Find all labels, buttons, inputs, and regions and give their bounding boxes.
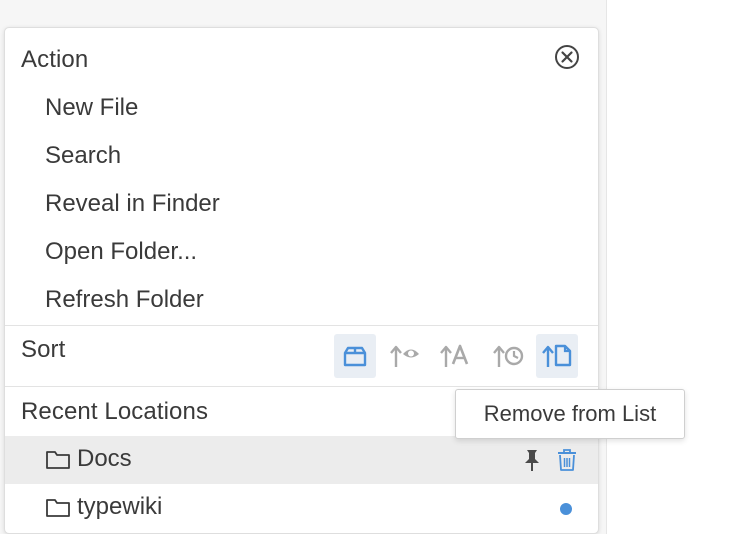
location-name: typewiki	[77, 493, 163, 520]
sort-alphabetical-icon	[440, 344, 469, 367]
app-window: Action New File Search Reveal in Finder …	[0, 0, 754, 534]
sort-by-time-button[interactable]	[487, 334, 529, 378]
sort-by-file-button[interactable]	[536, 334, 578, 378]
divider	[5, 325, 598, 326]
menu-item-search[interactable]: Search	[45, 142, 121, 170]
divider	[5, 386, 598, 387]
pin-icon[interactable]	[522, 448, 542, 477]
sort-by-views-button[interactable]	[384, 334, 426, 378]
recent-location-docs[interactable]: Docs	[5, 436, 598, 484]
menu-item-open-folder[interactable]: Open Folder...	[45, 238, 197, 266]
menu-item-new-file[interactable]: New File	[45, 94, 138, 122]
menu-item-refresh-folder[interactable]: Refresh Folder	[45, 286, 204, 314]
quick-action-panel: Action New File Search Reveal in Finder …	[4, 27, 599, 534]
sort-by-views-icon	[390, 345, 419, 367]
location-name: Docs	[77, 445, 132, 472]
menu-item-reveal-in-finder[interactable]: Reveal in Finder	[45, 190, 220, 218]
sort-by-file-icon	[542, 344, 572, 367]
tooltip: Remove from List	[455, 389, 685, 439]
sort-alphabetical-button[interactable]	[434, 334, 476, 378]
recent-locations-title: Recent Locations	[21, 398, 209, 425]
folder-icon	[45, 448, 71, 475]
dot-indicator-icon	[559, 502, 573, 521]
sort-default-button[interactable]	[334, 334, 376, 378]
trash-icon[interactable]	[556, 448, 578, 477]
recent-location-typewiki[interactable]: typewiki	[5, 484, 598, 532]
action-section-title: Action	[21, 46, 89, 73]
box-icon	[343, 346, 367, 367]
sort-section-title: Sort	[21, 336, 66, 363]
close-icon[interactable]	[554, 44, 580, 70]
sort-by-time-icon	[493, 345, 524, 367]
folder-icon	[45, 496, 71, 523]
